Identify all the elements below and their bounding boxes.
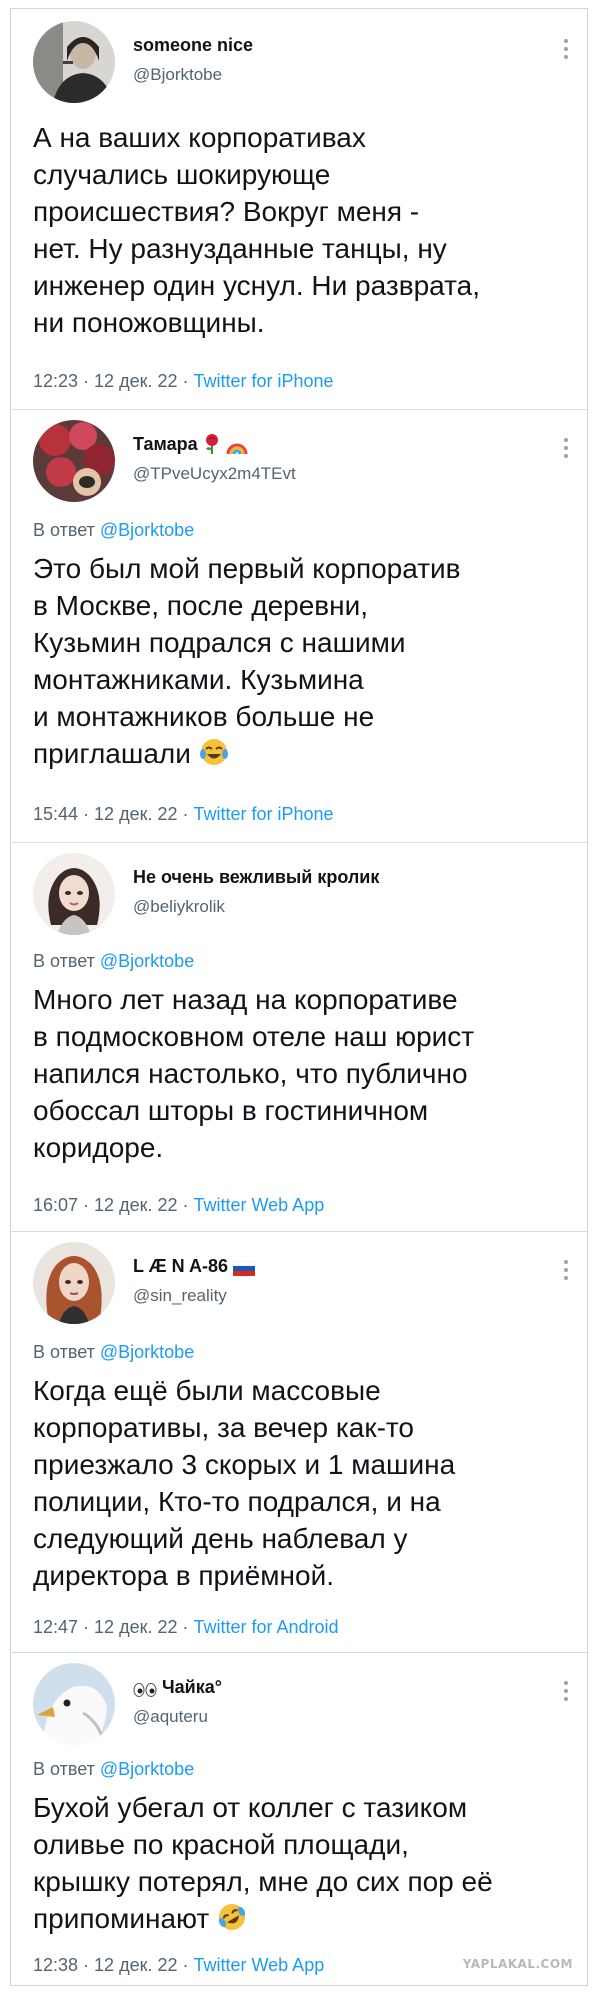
source-link[interactable]: Twitter for iPhone (193, 804, 333, 824)
tweet-meta: 12:38 · 12 дек. 22 · Twitter Web App (33, 1955, 324, 1976)
tweet-line: крышку потерял, мне до сих пор её (33, 1866, 493, 1897)
reply-prefix: В ответ (33, 520, 100, 540)
reply-context: В ответ @Bjorktobe (33, 951, 194, 972)
tweet-line: обоссал шторы в гостиничном (33, 1095, 429, 1126)
display-name[interactable]: Тамара (133, 434, 248, 455)
tweet-meta: 12:23 · 12 дек. 22 · Twitter for iPhone (33, 371, 334, 392)
tweet-line: припоминают (33, 1903, 210, 1934)
tweet-line: А на ваших корпоративах (33, 122, 366, 153)
tweet-line: Кузьмин подрался с нашими (33, 627, 406, 658)
tweet-line: напился настолько, что публично (33, 1058, 468, 1089)
avatar[interactable] (33, 853, 115, 935)
tweet-line: Много лет назад на корпоративе (33, 984, 458, 1015)
avatar[interactable] (33, 1663, 115, 1745)
tweet-5[interactable]: Чайка° @aquteru В ответ @Bjorktobe Бухой… (11, 1653, 587, 1987)
tweet-line: монтажниками. Кузьмина (33, 664, 364, 695)
rofl-emoji-icon (218, 1904, 246, 1930)
user-handle[interactable]: @beliykrolik (133, 897, 225, 917)
tweet-line-with-emoji: припоминают (33, 1900, 563, 1937)
reply-handle-link[interactable]: @Bjorktobe (100, 1342, 194, 1362)
more-icon[interactable] (563, 1681, 569, 1701)
display-name[interactable]: Чайка° (133, 1677, 222, 1698)
tweet-line: в Москве, после деревни, (33, 590, 369, 621)
eyes-emoji-icon (133, 1683, 157, 1697)
rainbow-emoji-icon (226, 443, 248, 454)
tweet-line: в подмосковном отеле наш юрист (33, 1021, 475, 1052)
reply-handle-link[interactable]: @Bjorktobe (100, 951, 194, 971)
reply-context: В ответ @Bjorktobe (33, 1759, 194, 1780)
user-handle[interactable]: @aquteru (133, 1707, 208, 1727)
source-link[interactable]: Twitter Web App (193, 1955, 324, 1975)
watermark: YAPLAKAL.COM (462, 1957, 573, 1971)
tweet-line: и монтажников больше не (33, 701, 375, 732)
tweet-line: следующий день наблевал у (33, 1523, 408, 1554)
avatar[interactable] (33, 1242, 115, 1324)
russia-flag-icon (233, 1261, 256, 1276)
timestamp[interactable]: 16:07 · 12 дек. 22 · (33, 1195, 193, 1215)
tweet-2[interactable]: Тамара @TPveUcyx2m4TEvt В ответ @Bjorkto… (11, 410, 587, 842)
tweet-meta: 16:07 · 12 дек. 22 · Twitter Web App (33, 1195, 324, 1216)
reply-prefix: В ответ (33, 1342, 100, 1362)
user-handle[interactable]: @sin_reality (133, 1286, 227, 1306)
tweet-line-with-emoji: приглашали (33, 735, 563, 772)
tweet-text: А на ваших корпоративах случались шокиру… (33, 119, 563, 341)
reply-context: В ответ @Bjorktobe (33, 520, 194, 541)
reply-prefix: В ответ (33, 951, 100, 971)
tweet-line: случались шокирующе (33, 159, 331, 190)
tweet-line: ни поножовщины. (33, 307, 265, 338)
tweet-line: приезжало 3 скорых и 1 машина (33, 1449, 456, 1480)
avatar[interactable] (33, 420, 115, 502)
tweet-text: Бухой убегал от коллег с тазиком оливье … (33, 1789, 563, 1937)
tweet-meta: 15:44 · 12 дек. 22 · Twitter for iPhone (33, 804, 334, 825)
rose-emoji-icon (205, 434, 218, 454)
avatar[interactable] (33, 21, 115, 103)
tweet-line: Когда ещё были массовые (33, 1375, 381, 1406)
timestamp[interactable]: 12:47 · 12 дек. 22 · (33, 1617, 193, 1637)
tweet-line: инженер один уснул. Ни разврата, (33, 270, 480, 301)
source-link[interactable]: Twitter for Android (193, 1617, 338, 1637)
tweet-line: Бухой убегал от коллег с тазиком (33, 1792, 468, 1823)
tweet-meta: 12:47 · 12 дек. 22 · Twitter for Android (33, 1617, 339, 1638)
tweet-text: Это был мой первый корпоратив в Москве, … (33, 550, 563, 772)
tweet-line: оливье по красной площади, (33, 1829, 409, 1860)
tweet-line: приглашали (33, 738, 191, 769)
display-name[interactable]: Не очень вежливый кролик (133, 867, 379, 888)
tweet-line: коридоре. (33, 1132, 164, 1163)
tweet-line: нет. Ну разнузданные танцы, ну (33, 233, 447, 264)
tweet-text: Много лет назад на корпоративе в подмоск… (33, 981, 563, 1166)
reply-prefix: В ответ (33, 1759, 100, 1779)
tweet-3[interactable]: Не очень вежливый кролик @beliykrolik В … (11, 843, 587, 1231)
reply-context: В ответ @Bjorktobe (33, 1342, 194, 1363)
tweet-4[interactable]: L Æ N A-86 @sin_reality В ответ @Bjorkto… (11, 1232, 587, 1652)
source-link[interactable]: Twitter Web App (193, 1195, 324, 1215)
display-name[interactable]: someone nice (133, 35, 253, 56)
tweet-line: Это был мой первый корпоратив (33, 553, 461, 584)
more-icon[interactable] (563, 1260, 569, 1280)
user-handle[interactable]: @TPveUcyx2m4TEvt (133, 464, 296, 484)
tweet-line: полиции, Кто-то подрался, и на (33, 1486, 441, 1517)
timestamp[interactable]: 12:23 · 12 дек. 22 · (33, 371, 193, 391)
reply-handle-link[interactable]: @Bjorktobe (100, 520, 194, 540)
tweet-line: директора в приёмной. (33, 1560, 334, 1591)
tweet-text: Когда ещё были массовые корпоративы, за … (33, 1372, 563, 1594)
timestamp[interactable]: 12:38 · 12 дек. 22 · (33, 1955, 193, 1975)
tweet-thread: someone nice @Bjorktobe А на ваших корпо… (10, 8, 588, 1986)
display-name[interactable]: L Æ N A-86 (133, 1256, 256, 1277)
source-link[interactable]: Twitter for iPhone (193, 371, 333, 391)
more-icon[interactable] (563, 39, 569, 59)
tweet-1[interactable]: someone nice @Bjorktobe А на ваших корпо… (11, 9, 587, 409)
timestamp[interactable]: 15:44 · 12 дек. 22 · (33, 804, 193, 824)
reply-handle-link[interactable]: @Bjorktobe (100, 1759, 194, 1779)
tears-of-joy-emoji-icon (199, 739, 228, 765)
user-handle[interactable]: @Bjorktobe (133, 65, 222, 85)
display-name-text: L Æ N A-86 (133, 1256, 229, 1276)
display-name-text: Чайка° (162, 1677, 222, 1697)
display-name-text: Тамара (133, 434, 198, 454)
tweet-line: корпоративы, за вечер как-то (33, 1412, 414, 1443)
tweet-line: происшествия? Вокруг меня - (33, 196, 420, 227)
more-icon[interactable] (563, 438, 569, 458)
